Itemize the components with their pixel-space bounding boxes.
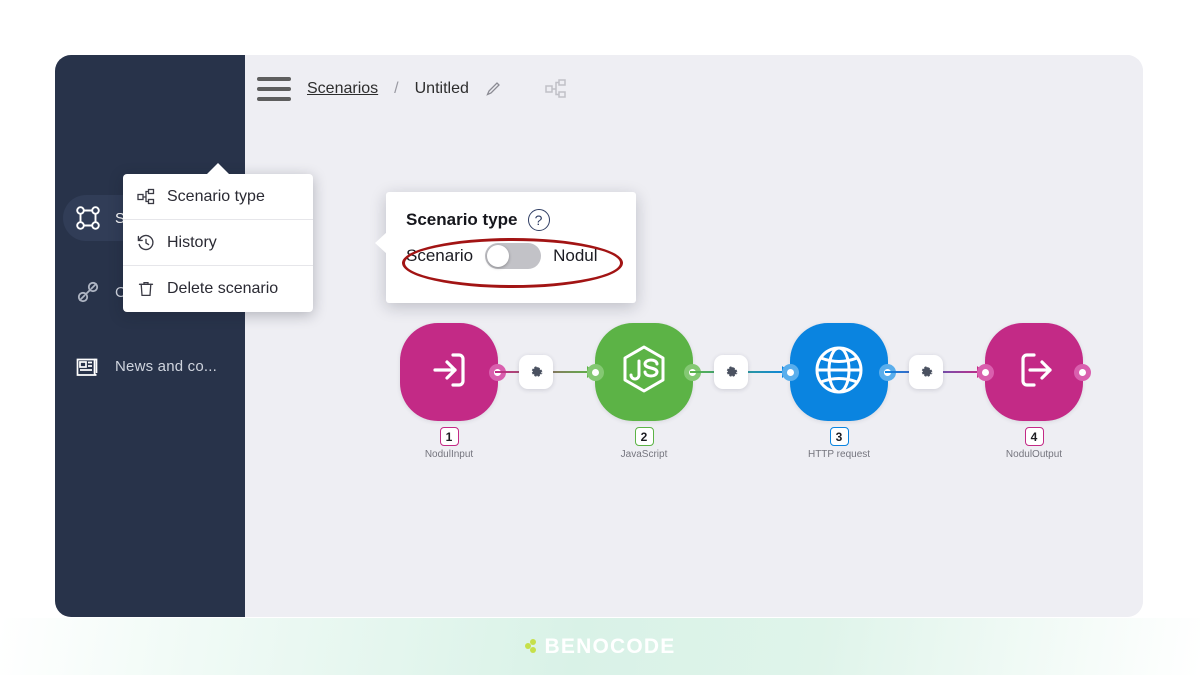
menu-item-delete-scenario[interactable]: Delete scenario [123, 266, 313, 312]
connector-gear-button[interactable] [519, 355, 553, 389]
node-meta: 3 HTTP request [790, 427, 888, 460]
connector-gear-button[interactable] [909, 355, 943, 389]
node-input-port[interactable] [782, 364, 799, 381]
connector-icon [75, 279, 101, 305]
benocode-dots-icon [524, 639, 540, 654]
popover-title: Scenario type [406, 210, 518, 229]
flow-node[interactable]: 1 NodulInput [400, 323, 506, 460]
menu-item-history[interactable]: History [123, 220, 313, 266]
menu-item-label: Scenario type [167, 187, 265, 205]
gear-icon [529, 365, 544, 380]
scenario-type-popover: Scenario type ? Scenario Nodul [375, 192, 636, 303]
menu-item-label: History [167, 233, 217, 251]
promo-logo-group: BENOCODE [0, 618, 1200, 675]
menu-item-scenario-type[interactable]: Scenario type [123, 174, 313, 220]
node-shape[interactable] [595, 323, 693, 421]
node-badge: 2 [634, 427, 654, 446]
scenario-canvas: Scenarios / Untitled 1 NodulInput 2 Java… [245, 55, 1143, 617]
flow-node[interactable]: 3 HTTP request [782, 323, 896, 460]
node-label: HTTP request [807, 449, 871, 460]
toggle-option-nodul-label: Nodul [553, 246, 598, 265]
node-label: JavaScript [620, 449, 668, 460]
node-output-port[interactable] [1074, 364, 1091, 381]
node-meta: 2 JavaScript [595, 427, 693, 460]
menu-item-label: Delete scenario [167, 280, 279, 297]
node-input-port[interactable] [587, 364, 604, 381]
switch-knob [487, 245, 510, 267]
toggle-option-scenario-label: Scenario [406, 246, 474, 265]
sidebar-item-news[interactable]: News and co... [63, 343, 237, 389]
scenario-type-switch[interactable] [485, 243, 542, 269]
flow-node[interactable]: 4 NodulOutput [977, 323, 1091, 460]
node-label: NodulOutput [1005, 449, 1063, 460]
scenario-type-icon [137, 188, 155, 206]
node-meta: 1 NodulInput [400, 427, 498, 460]
node-label: NodulInput [424, 449, 474, 460]
node-meta: 4 NodulOutput [985, 427, 1083, 460]
scenarios-icon [75, 205, 101, 231]
app-window: Scenarios Connect [55, 55, 1143, 617]
question-mark-icon[interactable]: ? [527, 209, 550, 231]
login-arrow-icon [423, 344, 475, 401]
node-shape[interactable] [985, 323, 1083, 421]
brand-name: BENOCODE [544, 635, 676, 658]
node-badge: 4 [1024, 427, 1044, 446]
flow-diagram: 1 NodulInput 2 JavaScript 3 HTTP request… [245, 55, 1143, 617]
popover-header: Scenario type ? [386, 192, 636, 231]
gear-icon [919, 365, 934, 380]
screenshot-root: Scenarios Connect [0, 0, 1200, 675]
node-badge: 3 [829, 427, 849, 446]
node-input-port[interactable] [977, 364, 994, 381]
scenario-type-toggle-row: Scenario Nodul [386, 231, 636, 269]
flow-node[interactable]: 2 JavaScript [587, 323, 701, 460]
globe-icon [811, 342, 867, 403]
gear-icon [724, 365, 739, 380]
sidebar: Scenarios Connect [55, 55, 245, 617]
logout-arrow-icon [1008, 344, 1060, 401]
node-badge: 1 [439, 427, 459, 446]
node-shape[interactable] [790, 323, 888, 421]
sidebar-item-label: News and co... [115, 357, 218, 375]
trash-icon [137, 280, 155, 298]
scenario-context-menu: Scenario type History Delete scenario [123, 163, 313, 312]
node-shape[interactable] [400, 323, 498, 421]
nodejs-js-icon [615, 341, 673, 404]
connector-gear-button[interactable] [714, 355, 748, 389]
history-icon [137, 234, 155, 252]
promo-banner: BENOCODE [0, 618, 1200, 675]
news-icon [75, 353, 101, 379]
